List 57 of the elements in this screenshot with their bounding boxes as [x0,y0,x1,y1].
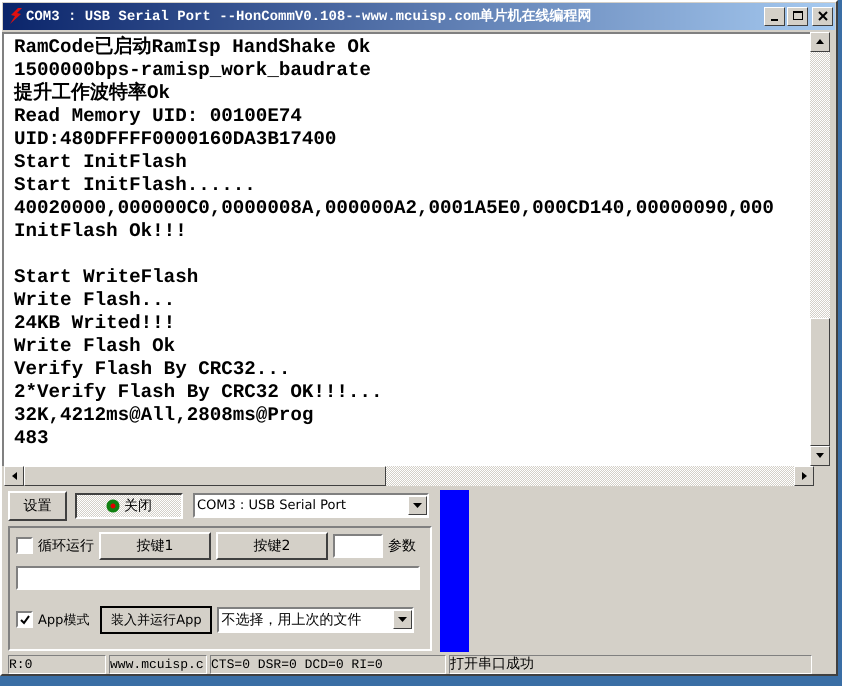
file-select[interactable]: 不选择，用上次的文件 [217,606,414,633]
checkbox[interactable] [16,611,33,628]
log-line: Read Memory UID: 00100E74 [14,104,303,128]
vertical-scrollbar[interactable] [810,32,830,466]
scroll-right-button[interactable] [794,466,814,486]
log-line: Write Flash Ok [14,334,176,358]
log-line: 提升工作波特率Ok [14,82,172,105]
checkbox-label: 循环运行 [38,536,94,555]
scroll-thumb[interactable] [810,318,830,446]
log-line: Verify Flash By CRC32... [14,358,292,381]
log-line: 1500000bps-ramisp_work_baudrate [14,58,372,82]
scroll-down-button[interactable] [810,446,830,466]
scroll-up-button[interactable] [810,32,830,52]
status-field: 打开串口成功 [449,655,812,674]
key-button[interactable]: 按键2 [216,532,328,560]
maximize-button[interactable] [787,6,808,26]
log-line: 24KB Writed!!! [14,312,176,335]
minimize-icon [771,19,778,22]
log-line: 32K,4212ms@All,2808ms@Prog [14,404,314,427]
key-button[interactable]: 按键1 [99,532,211,560]
close-icon [818,11,828,22]
log-line: 483 [14,426,50,450]
log-line: InitFlash Ok!!! [14,220,188,243]
command-field[interactable] [16,566,420,590]
up-arrow-icon [816,39,824,44]
minimize-button[interactable] [764,6,785,26]
log-line: 2*Verify Flash By CRC32 OK!!!... [14,380,384,404]
log-line: Start InitFlash...... [14,174,257,197]
right-arrow-icon [802,472,806,480]
param-label: 参数 [388,536,416,555]
log-line: UID:480DFFFF0000160DA3B17400 [14,128,338,151]
param-field[interactable] [333,534,383,558]
status-led-icon [106,498,120,513]
window-title: COM3 : USB Serial Port --HonCommV0.108--www.mcuisp.com单片机在线编程网 [26,7,593,26]
settings-button[interactable]: 设置 [8,490,67,521]
scroll-left-button[interactable] [4,466,24,486]
log-line: RamCode已启动RamIsp HandShake Ok [14,36,372,59]
scroll-thumb[interactable] [24,466,386,486]
left-arrow-icon [12,472,16,480]
status-field: R:0 [8,655,106,674]
port-select[interactable]: COM3 : USB Serial Port [193,493,429,518]
load-run-button[interactable]: 装入并运行App [100,606,212,634]
checkmark-icon [20,614,30,625]
checkbox-label: App模式 [38,612,90,629]
maximize-icon [792,11,802,22]
status-field: www.mcuisp.c [109,655,207,674]
flame-icon [9,8,23,24]
log-line: Start WriteFlash [14,266,200,289]
port-toggle-button[interactable]: 关闭 [75,492,183,519]
log-line: Start InitFlash [14,150,188,174]
log-line: Write Flash... [14,288,176,312]
down-arrow-icon [816,453,824,458]
log-line: 40020000,000000C0,0000008A,000000A2,0001A5E0,000CD140,00000090,000 [14,196,775,220]
close-button[interactable] [812,6,833,26]
horizontal-scrollbar[interactable] [4,466,836,486]
checkbox[interactable] [16,537,33,554]
status-field: CTS=0 DSR=0 DCD=0 RI=0 [210,655,446,674]
